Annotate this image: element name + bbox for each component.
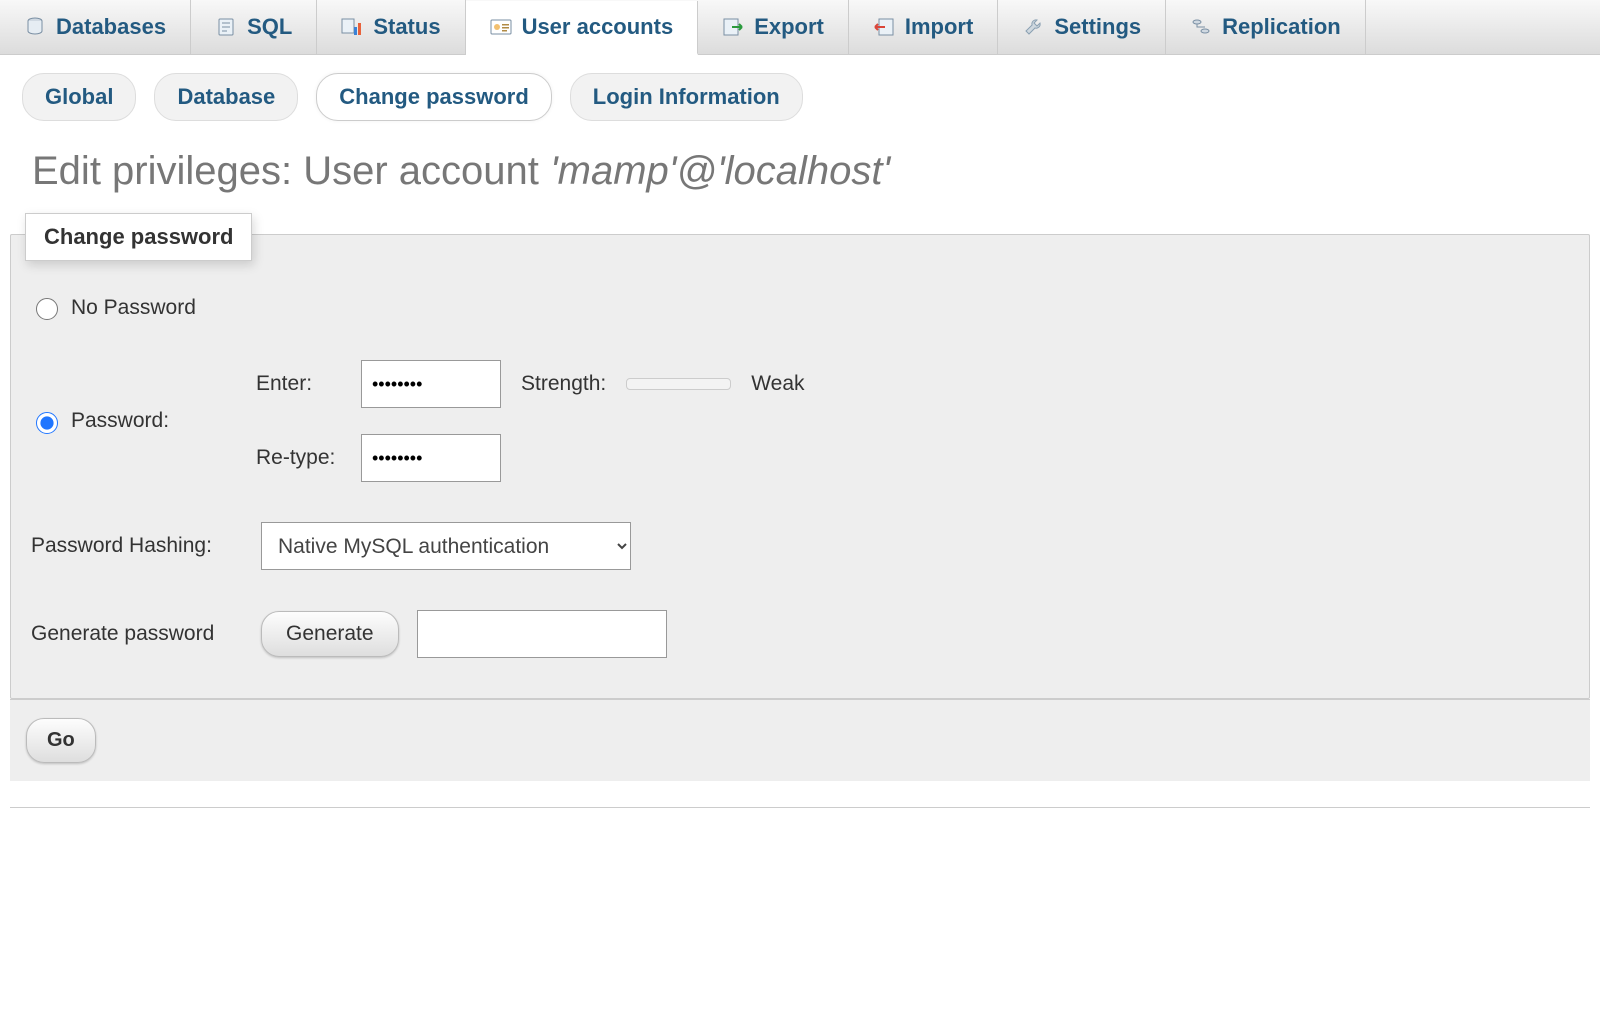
subtab-database[interactable]: Database xyxy=(154,73,298,121)
tab-label: Settings xyxy=(1054,14,1141,40)
tab-settings[interactable]: Settings xyxy=(998,0,1166,54)
tab-export[interactable]: Export xyxy=(698,0,849,54)
tab-label: Status xyxy=(373,14,440,40)
tab-label: Databases xyxy=(56,14,166,40)
tab-sql[interactable]: SQL xyxy=(191,0,317,54)
import-icon xyxy=(873,16,895,38)
generate-row-label: Generate password xyxy=(31,622,261,646)
tab-databases[interactable]: Databases xyxy=(0,0,191,54)
strength-cell: Strength: Weak xyxy=(521,372,805,396)
password-radio[interactable] xyxy=(36,412,58,434)
subtab-login-information[interactable]: Login Information xyxy=(570,73,803,121)
change-password-panel: Change password No Password Password: En… xyxy=(10,234,1590,699)
subtab-global[interactable]: Global xyxy=(22,73,136,121)
subtab-change-password[interactable]: Change password xyxy=(316,73,551,121)
strength-meter xyxy=(626,378,731,390)
footer-bar: Go xyxy=(10,699,1590,781)
hashing-row: Password Hashing: Native MySQL authentic… xyxy=(31,522,1569,570)
panel-legend: Change password xyxy=(25,213,252,261)
wrench-icon xyxy=(1022,16,1044,38)
enter-label: Enter: xyxy=(256,372,361,396)
go-button[interactable]: Go xyxy=(26,718,96,763)
tab-user-accounts[interactable]: User accounts xyxy=(466,1,699,55)
password-option[interactable]: Password: xyxy=(31,409,256,434)
tab-label: Replication xyxy=(1222,14,1341,40)
generate-row: Generate password Generate xyxy=(31,610,1569,658)
bottom-divider xyxy=(10,807,1590,808)
tab-status[interactable]: Status xyxy=(317,0,465,54)
password-retype-input[interactable] xyxy=(361,434,501,482)
no-password-row: No Password xyxy=(31,295,1569,320)
main-tabs: Databases SQL Status User accounts Expor… xyxy=(0,0,1600,55)
tab-replication[interactable]: Replication xyxy=(1166,0,1366,54)
no-password-radio[interactable] xyxy=(36,298,58,320)
tab-label: User accounts xyxy=(522,14,674,40)
generate-button[interactable]: Generate xyxy=(261,611,399,657)
sub-tabs: Global Database Change password Login In… xyxy=(0,55,1600,121)
password-grid: Enter: Strength: Weak Re-type: xyxy=(256,360,805,482)
password-label: Password: xyxy=(71,409,169,433)
tab-label: Import xyxy=(905,14,973,40)
hashing-label: Password Hashing: xyxy=(31,534,261,558)
status-icon xyxy=(341,16,363,38)
no-password-label: No Password xyxy=(71,296,196,320)
no-password-option[interactable]: No Password xyxy=(31,295,256,320)
page-title: Edit privileges: User account 'mamp'@'lo… xyxy=(32,149,1600,194)
password-row: Password: Enter: Strength: Weak Re-type: xyxy=(31,360,1569,482)
strength-value-text: Weak xyxy=(751,372,804,396)
sql-icon xyxy=(215,16,237,38)
export-icon xyxy=(722,16,744,38)
password-hashing-select[interactable]: Native MySQL authentication xyxy=(261,522,631,570)
generated-password-input[interactable] xyxy=(417,610,667,658)
strength-label-text: Strength: xyxy=(521,372,606,396)
user-accounts-icon xyxy=(490,16,512,38)
tab-label: Export xyxy=(754,14,824,40)
page-title-account: 'mamp'@'localhost' xyxy=(550,149,890,193)
database-icon xyxy=(24,16,46,38)
tab-label: SQL xyxy=(247,14,292,40)
page-title-prefix: Edit privileges: User account xyxy=(32,149,550,193)
tab-import[interactable]: Import xyxy=(849,0,998,54)
replication-icon xyxy=(1190,16,1212,38)
password-enter-input[interactable] xyxy=(361,360,501,408)
retype-label: Re-type: xyxy=(256,446,361,470)
